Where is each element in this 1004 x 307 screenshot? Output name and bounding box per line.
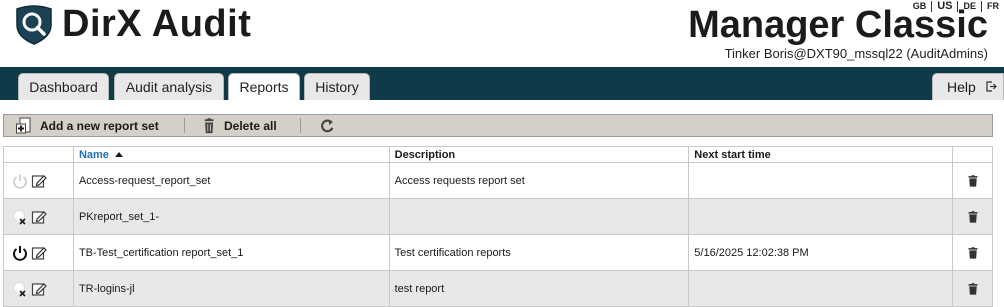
trash-icon[interactable] [967, 209, 979, 225]
tab-audit-analysis[interactable]: Audit analysis [114, 73, 224, 100]
row-delete[interactable] [952, 198, 993, 235]
tab-history[interactable]: History [304, 73, 370, 100]
dirx-shield-logo-icon [16, 5, 52, 45]
delete-all-button[interactable]: Delete all [202, 115, 277, 136]
delete-column-header [952, 146, 993, 163]
row-description [388, 198, 690, 235]
help-button[interactable]: Help [932, 73, 1004, 100]
row-name[interactable]: TB-Test_certification report_set_1 [72, 234, 390, 271]
row-next-start [688, 198, 953, 235]
report-sets-table: Name Description Next start time Access-… [3, 146, 993, 307]
row-next-start: 5/16/2025 12:02:38 PM [688, 234, 953, 271]
column-header-next-start-time[interactable]: Next start time [688, 146, 953, 163]
row-name[interactable]: PKreport_set_1- [72, 198, 390, 235]
add-report-set-button[interactable]: Add a new report set [16, 115, 159, 136]
table-row: TR-logins-jl test report [3, 270, 993, 307]
exit-icon [986, 81, 997, 92]
row-description: Access requests report set [388, 162, 690, 199]
toolbar-divider [184, 118, 185, 133]
edit-icon[interactable] [31, 281, 47, 297]
edit-icon[interactable] [31, 245, 47, 261]
row-next-start [688, 162, 953, 199]
refresh-button[interactable] [320, 115, 336, 136]
power-off-icon[interactable] [12, 173, 28, 189]
row-next-start [688, 270, 953, 307]
current-user: Tinker Boris@DXT90_mssql22 (AuditAdmins) [724, 46, 988, 61]
tab-reports[interactable]: Reports [228, 73, 300, 100]
main-nav: Dashboard Audit analysis Reports History… [0, 67, 1004, 100]
table-row: Access-request_report_set Access request… [3, 162, 993, 199]
unscheduled-icon[interactable] [12, 209, 28, 225]
power-on-icon[interactable] [12, 245, 28, 261]
trash-icon[interactable] [967, 173, 979, 189]
row-name[interactable]: TR-logins-jl [72, 270, 390, 307]
row-delete[interactable] [952, 162, 993, 199]
product-title: Manager Classic [688, 4, 988, 46]
tab-dashboard[interactable]: Dashboard [18, 73, 109, 100]
unscheduled-icon[interactable] [12, 281, 28, 297]
refresh-icon [321, 119, 334, 132]
actions-column-header [3, 146, 74, 163]
app-title: DirX Audit [62, 3, 252, 45]
app-header: DirX Audit GB US DE FR Manager Classic T… [0, 0, 1004, 67]
toolbar-divider [300, 118, 301, 133]
edit-icon[interactable] [31, 209, 47, 225]
delete-all-label: Delete all [224, 118, 277, 133]
row-actions [3, 162, 74, 199]
row-description: test report [388, 270, 690, 307]
row-actions [3, 198, 74, 235]
add-report-set-label: Add a new report set [40, 118, 159, 133]
row-delete[interactable] [952, 270, 993, 307]
table-row: PKreport_set_1- [3, 198, 993, 235]
row-actions [3, 234, 74, 271]
edit-icon[interactable] [31, 173, 47, 189]
table-header-row: Name Description Next start time [3, 146, 993, 163]
row-delete[interactable] [952, 234, 993, 271]
add-document-icon [16, 117, 31, 133]
column-header-description[interactable]: Description [388, 146, 690, 163]
help-label: Help [947, 79, 976, 95]
report-toolbar: Add a new report set Delete all [3, 114, 993, 137]
row-actions [3, 270, 74, 307]
trash-icon[interactable] [967, 245, 979, 261]
table-row: TB-Test_certification report_set_1 Test … [3, 234, 993, 271]
column-header-name-label: Name [78, 148, 109, 161]
row-description: Test certification reports [388, 234, 690, 271]
trash-icon [204, 117, 214, 133]
column-header-name[interactable]: Name [72, 146, 390, 163]
trash-icon[interactable] [967, 281, 979, 297]
row-name[interactable]: Access-request_report_set [72, 162, 390, 199]
sort-ascending-icon [114, 151, 123, 157]
